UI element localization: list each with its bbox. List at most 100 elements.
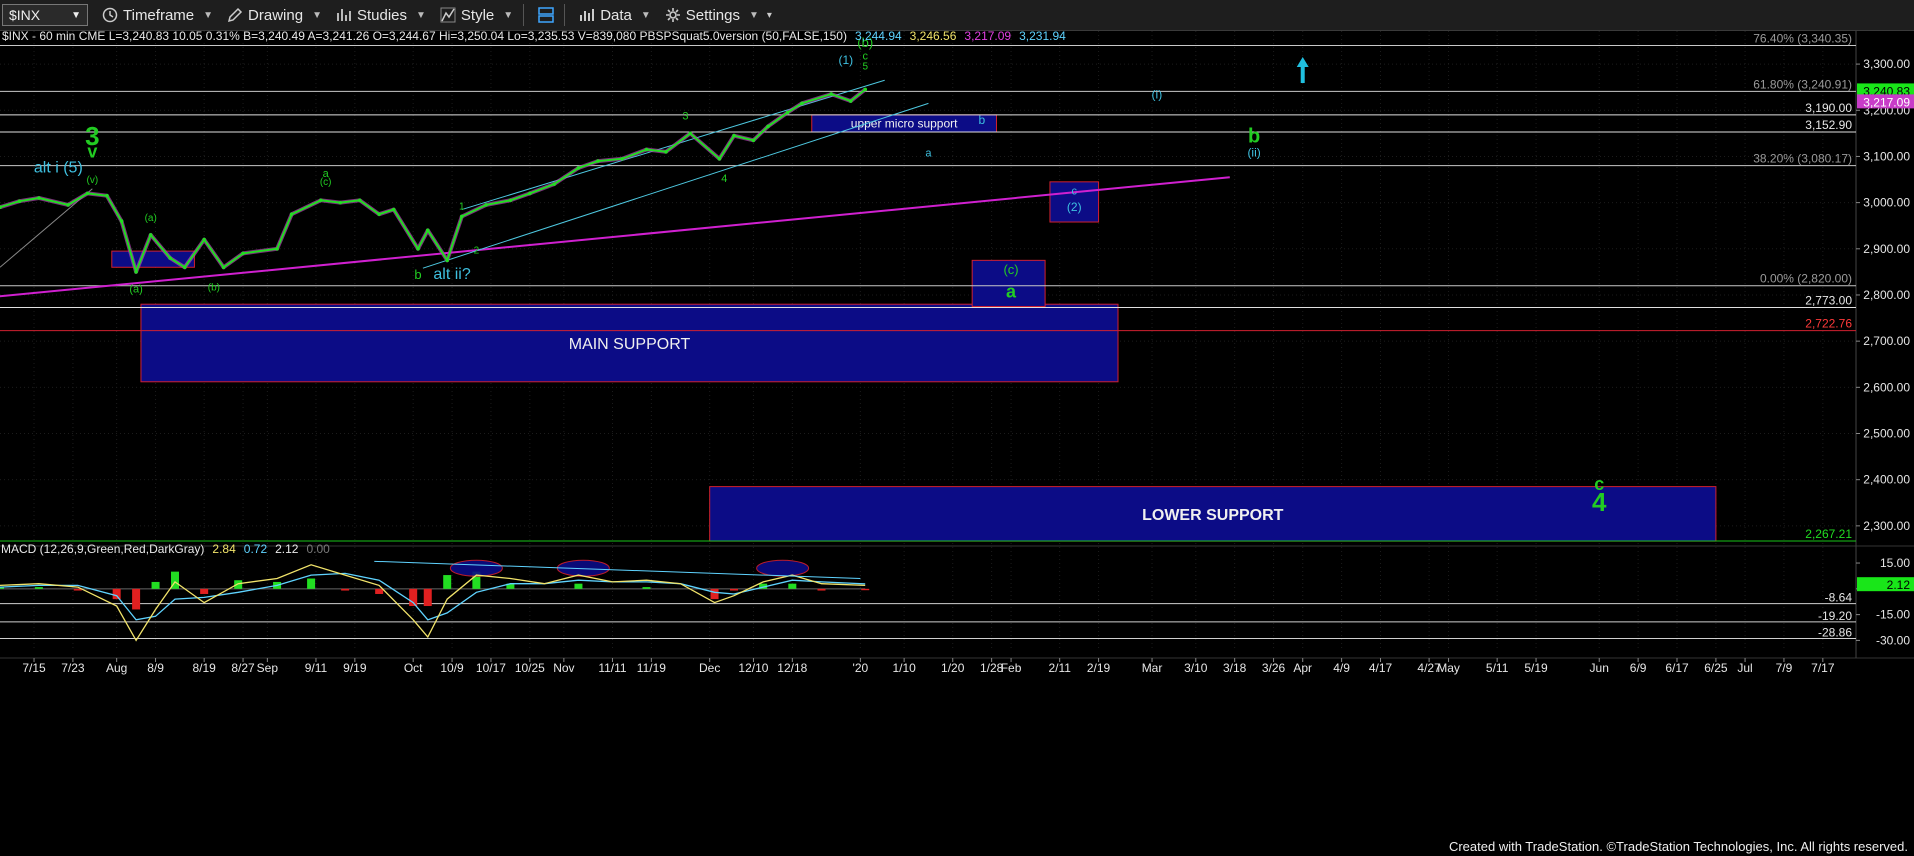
macd-histogram-bar [375, 588, 384, 594]
caret-icon: ▼ [748, 9, 759, 21]
caret-icon: ▼ [416, 9, 426, 21]
x-tick-label: 5/11 [1486, 661, 1509, 675]
studies-label: Studies [356, 6, 408, 24]
macd-histogram-bar [574, 583, 583, 589]
price-point [732, 133, 736, 138]
wave-label: (i) [1152, 88, 1163, 102]
macd-histogram-bar [112, 588, 121, 600]
y-tick-label: 2,300.00 [1863, 519, 1910, 533]
wave-label: (a) [145, 213, 157, 224]
x-tick-label: Nov [553, 661, 574, 675]
x-tick-label: 9/11 [305, 661, 328, 675]
settings-button[interactable]: Settings ▼ [665, 7, 759, 24]
channel-line [422, 102, 929, 269]
y-tick-label: 2,800.00 [1863, 288, 1910, 302]
price-point [620, 156, 624, 161]
x-tick-label: 2/19 [1087, 661, 1111, 675]
x-tick-label: Dec [699, 661, 720, 675]
price-point [319, 198, 323, 203]
chart-header-text: 3,244.94 [855, 31, 902, 43]
overflow-icon[interactable]: ▾ [767, 10, 772, 21]
price-series-shadow [0, 87, 867, 274]
price-point [766, 124, 770, 129]
macd-histogram-bar [729, 588, 738, 591]
wave-label: 5 [862, 62, 868, 73]
wave-label: (ii) [1247, 145, 1260, 159]
x-tick-label: 11/19 [637, 661, 666, 675]
zone-label: LOWER SUPPORT [1142, 507, 1284, 524]
chart-area[interactable]: 3,300.003,200.003,100.003,000.002,900.00… [0, 31, 1914, 856]
x-tick-label: 5/19 [1524, 661, 1548, 675]
settings-label: Settings [685, 6, 740, 24]
x-tick-label: 10/17 [476, 661, 506, 675]
price-point [800, 101, 804, 106]
x-tick-label: Aug [106, 661, 127, 675]
price-point [528, 191, 532, 196]
symbol-selector[interactable]: $INX ▼ [2, 4, 88, 26]
x-tick-label: 3/26 [1262, 661, 1286, 675]
wave-label: (a) [129, 284, 142, 296]
price-point [644, 147, 649, 152]
pencil-icon [228, 7, 243, 23]
x-tick-label: 10/9 [440, 661, 464, 675]
y-tick-label: 2,600.00 [1863, 380, 1910, 394]
drawing-button[interactable]: Drawing ▼ [227, 7, 322, 24]
x-tick-label: 7/17 [1811, 661, 1835, 675]
macd-signal-line [0, 572, 866, 621]
x-tick-label: 7/23 [61, 661, 85, 675]
style-button[interactable]: Style ▼ [440, 7, 513, 24]
level-label: 38.20% (3,080.17) [1753, 152, 1852, 166]
wave-label: b [1248, 126, 1260, 148]
zone-label: MAIN SUPPORT [569, 336, 691, 353]
macd-level-label: -28.86 [1818, 625, 1852, 639]
price-point [416, 246, 420, 251]
macd-header-text: 2.12 [275, 542, 299, 556]
price-point [134, 270, 138, 274]
x-tick-label: 7/15 [22, 661, 46, 675]
macd-histogram-bar [423, 588, 432, 607]
y-tick-label: 3,000.00 [1863, 196, 1910, 210]
layout-button[interactable] [538, 7, 554, 23]
price-point [377, 212, 381, 216]
chart-header-text: $INX - 60 min CME L=3,240.83 10.05 0.31%… [2, 31, 847, 43]
macd-histogram-bar [642, 587, 651, 589]
x-tick-label: Jul [1737, 661, 1752, 675]
wave-label: 2 [474, 245, 480, 256]
x-tick-label: Sep [257, 661, 279, 675]
x-tick-label: 8/27 [231, 661, 255, 675]
x-tick-label: 4/17 [1369, 661, 1393, 675]
drawing-label: Drawing [248, 6, 304, 24]
x-tick-label: 11/11 [598, 661, 627, 675]
studies-button[interactable]: Studies ▼ [336, 7, 426, 24]
price-point [576, 166, 581, 170]
y-tick-label: 2,500.00 [1863, 427, 1910, 441]
macd-histogram-bar [151, 581, 160, 589]
chart-header-text: 3,231.94 [1019, 31, 1066, 43]
macd-header-text: 2.84 [212, 542, 236, 556]
up-arrow-icon [1296, 57, 1309, 84]
price-point [338, 200, 343, 205]
macd-histogram-bar [861, 588, 870, 591]
x-tick-label: 1/20 [941, 661, 965, 675]
x-tick-label: May [1437, 661, 1460, 675]
toolbar-divider [523, 4, 525, 26]
data-button[interactable]: Data ▼ [579, 7, 651, 24]
price-point [37, 196, 41, 200]
x-tick-label: 4/9 [1333, 661, 1350, 675]
price-point [202, 237, 206, 242]
macd-histogram-bar [341, 588, 350, 591]
y-tick-label: 2,700.00 [1863, 334, 1910, 348]
wave-label: alt i (5) [34, 160, 83, 177]
timeframe-button[interactable]: Timeframe ▼ [102, 7, 213, 24]
wave-label: v [87, 141, 97, 161]
caret-icon: ▼ [203, 9, 214, 21]
x-tick-label: 3/18 [1223, 661, 1247, 675]
price-point [785, 110, 790, 115]
price-point [182, 265, 187, 270]
wave-label: (c) [1003, 262, 1018, 277]
macd-tick-label: -30.00 [1876, 633, 1910, 647]
price-marker-label: 3,217.09 [1863, 95, 1910, 109]
wave-label: a [925, 147, 932, 159]
toolbar: $INX ▼ Timeframe ▼ Drawing ▼ Studies ▼ Styl… [0, 0, 1914, 31]
caret-icon: ▼ [640, 9, 651, 21]
